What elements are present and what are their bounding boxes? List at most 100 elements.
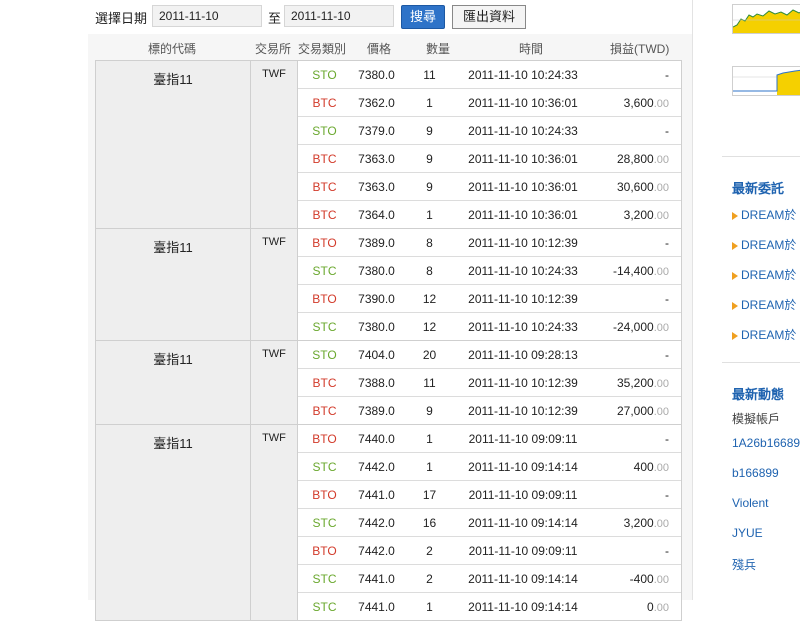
table-row: BTO 7390.0 12 2011-11-10 10:12:39 - [298, 285, 681, 313]
time-cell: 2011-11-10 10:36:01 [468, 95, 578, 110]
pnl-cell: - [589, 544, 669, 558]
pnl-value: 400 [633, 459, 654, 474]
trade-type-cell: STC [312, 459, 337, 474]
symbol-cell: 臺指11 [96, 229, 251, 340]
latest-orders-title: 最新委託 [732, 181, 785, 196]
latest-order-item[interactable]: DREAM於 [732, 236, 796, 253]
pnl-decimal: .00 [653, 153, 669, 166]
pnl-decimal: .00 [653, 461, 669, 474]
qty-cell: 9 [426, 123, 433, 138]
arrow-right-icon [732, 331, 738, 340]
header-pnl: 損益(TWD) [610, 42, 670, 56]
pnl-decimal: .00 [653, 321, 669, 334]
pnl-value: 30,600 [617, 179, 654, 194]
time-cell: 2011-11-10 09:14:14 [468, 459, 578, 474]
time-cell: 2011-11-10 10:12:39 [468, 403, 578, 418]
price-cell: 7380.0 [358, 67, 395, 82]
latest-order-item[interactable]: DREAM於 [732, 206, 796, 223]
activity-item[interactable]: b166899 [732, 466, 779, 480]
time-cell: 2011-11-10 10:36:01 [468, 151, 578, 166]
qty-cell: 9 [426, 403, 433, 418]
pnl-cell: - [589, 236, 669, 250]
activity-item[interactable]: JYUE [732, 526, 763, 540]
pnl-value: - [665, 431, 669, 446]
pnl-value: 28,800 [617, 151, 654, 166]
header-price: 價格 [367, 42, 392, 56]
price-cell: 7364.0 [358, 207, 395, 222]
pnl-decimal: .00 [653, 181, 669, 194]
pnl-value: 3,200 [623, 207, 654, 222]
pnl-value: 27,000 [617, 403, 654, 418]
pnl-decimal: .00 [653, 573, 669, 586]
pnl-value: -14,400 [613, 263, 654, 278]
qty-cell: 16 [422, 515, 437, 530]
pnl-cell: -24,000.00 [589, 320, 669, 334]
date-filter-label: 選擇日期 [95, 11, 148, 26]
table-row: BTC 7389.0 9 2011-11-10 10:12:39 27,000.00 [298, 397, 681, 424]
latest-order-item[interactable]: DREAM於 [732, 266, 796, 283]
qty-cell: 1 [426, 459, 433, 474]
price-cell: 7363.0 [358, 151, 395, 166]
price-cell: 7380.0 [358, 263, 395, 278]
latest-order-text: DREAM於 [741, 298, 797, 312]
pnl-cell: 30,600.00 [589, 180, 669, 194]
time-cell: 2011-11-10 10:36:01 [468, 207, 578, 222]
header-time: 時間 [519, 42, 544, 56]
table-row: BTC 7364.0 1 2011-11-10 10:36:01 3,200.00 [298, 201, 681, 228]
date-filter-bar: 選擇日期 2011-11-10 至 2011-11-10 搜尋 匯出資料 [88, 0, 688, 34]
qty-cell: 8 [426, 263, 433, 278]
qty-cell: 9 [426, 179, 433, 194]
pnl-decimal: .00 [653, 405, 669, 418]
pnl-value: 3,600 [623, 95, 654, 110]
activity-item[interactable]: 1A26b16689 [732, 436, 800, 450]
latest-order-text: DREAM於 [741, 268, 797, 282]
trade-type-cell: STC [312, 571, 337, 586]
qty-cell: 1 [426, 95, 433, 110]
mini-chart-2[interactable] [732, 66, 800, 96]
table-row: STC 7380.0 8 2011-11-10 10:24:33 -14,400.00 [298, 257, 681, 285]
trade-type-cell: BTC [312, 375, 337, 390]
activity-item[interactable]: 殘兵 [732, 556, 756, 573]
time-cell: 2011-11-10 09:14:14 [468, 571, 578, 586]
table-row: BTC 7362.0 1 2011-11-10 10:36:01 3,600.00 [298, 89, 681, 117]
table-row: BTO 7441.0 17 2011-11-10 09:09:11 - [298, 481, 681, 509]
pnl-cell: - [589, 348, 669, 362]
price-cell: 7363.0 [358, 179, 395, 194]
pnl-cell: - [589, 68, 669, 82]
search-button[interactable]: 搜尋 [401, 5, 445, 29]
latest-order-item[interactable]: DREAM於 [732, 296, 796, 313]
pnl-cell: -400.00 [589, 572, 669, 586]
price-cell: 7441.0 [358, 599, 395, 614]
date-to-input[interactable]: 2011-11-10 [284, 5, 394, 27]
trade-type-cell: BTC [312, 151, 337, 166]
pnl-cell: - [589, 124, 669, 138]
trade-type-cell: STC [312, 319, 337, 334]
qty-cell: 12 [422, 291, 437, 306]
pnl-cell: 3,200.00 [589, 516, 669, 530]
trade-type-cell: BTO [312, 235, 337, 250]
date-from-input[interactable]: 2011-11-10 [152, 5, 262, 27]
trade-table: 臺指11 TWF STO 7380.0 11 2011-11-10 10:24:33- BT… [95, 60, 682, 621]
table-row: STO 7379.0 9 2011-11-10 10:24:33 - [298, 117, 681, 145]
qty-cell: 17 [422, 487, 437, 502]
latest-order-item[interactable]: DREAM於 [732, 326, 796, 343]
activity-item[interactable]: Violent [732, 496, 768, 510]
mini-chart-1[interactable] [732, 4, 800, 34]
sidebar-divider [722, 362, 800, 363]
arrow-right-icon [732, 241, 738, 250]
trade-type-cell: STC [312, 263, 337, 278]
pnl-value: - [665, 67, 669, 82]
qty-cell: 11 [423, 375, 436, 390]
qty-cell: 20 [422, 347, 437, 362]
pnl-value: - [665, 543, 669, 558]
time-cell: 2011-11-10 10:12:39 [468, 375, 578, 390]
price-cell: 7440.0 [358, 431, 395, 446]
pnl-value: 0 [647, 599, 654, 614]
table-row: STC 7441.0 1 2011-11-10 09:14:14 0.00 [298, 593, 681, 620]
pnl-value: 35,200 [617, 375, 654, 390]
pnl-cell: 28,800.00 [589, 152, 669, 166]
export-data-button[interactable]: 匯出資料 [452, 5, 526, 29]
pnl-cell: 0.00 [589, 600, 669, 614]
time-cell: 2011-11-10 09:09:11 [468, 431, 578, 446]
pnl-value: - [665, 487, 669, 502]
